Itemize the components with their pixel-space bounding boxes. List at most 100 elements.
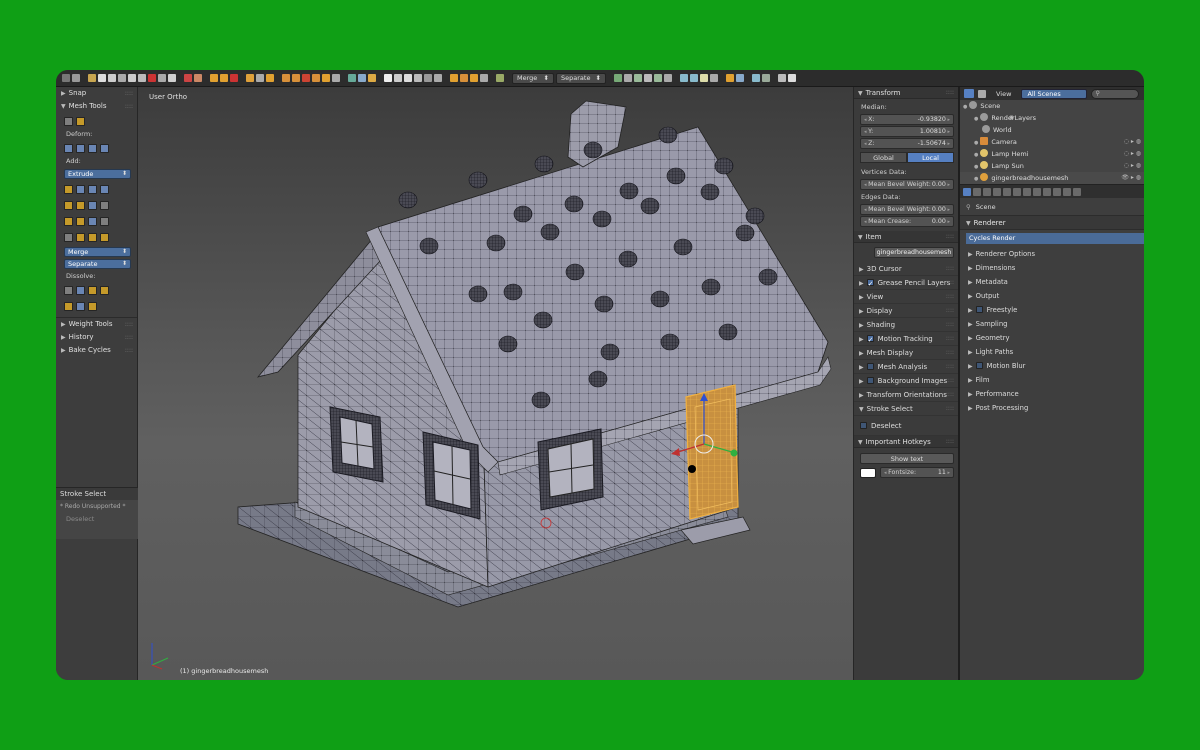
sampling-section[interactable]: ▶ Sampling (960, 317, 1144, 331)
bridge-tool-icon[interactable] (100, 216, 109, 226)
fullscreen-icon[interactable] (788, 74, 796, 82)
separate-select[interactable]: Separate ⬍ (556, 72, 606, 84)
motion-tracking-section[interactable]: ▶Motion Tracking:::: (854, 332, 958, 347)
texture-tab-icon[interactable] (1053, 187, 1061, 196)
transform-orientations-section[interactable]: ▶ Transform Orientations:::: (854, 388, 958, 402)
outliner-item-camera[interactable]: ● Camera ◌ ▸ ◍ (960, 136, 1144, 148)
transform-icon[interactable] (64, 116, 73, 126)
view3d-icon[interactable] (778, 74, 786, 82)
metadata-section[interactable]: ▶ Metadata (960, 275, 1144, 289)
shading-section[interactable]: ▶ Shading:::: (854, 318, 958, 332)
outliner-view-menu[interactable]: View (996, 90, 1011, 98)
important-hotkeys-header[interactable]: ▼ Important Hotkeys:::: (854, 436, 958, 448)
outliner-item-renderlayers[interactable]: ● RenderLayers ◉ (960, 112, 1144, 124)
extrude-select[interactable]: Extrude ⬍ (64, 169, 131, 179)
edge-icon[interactable] (118, 74, 126, 82)
delete-icon[interactable] (624, 74, 632, 82)
shade-wire-icon[interactable] (394, 74, 402, 82)
snap-target-icon[interactable] (220, 74, 228, 82)
freestyle-checkbox[interactable] (975, 306, 983, 313)
layer-icon[interactable] (710, 74, 718, 82)
smooth-icon[interactable] (368, 74, 376, 82)
deselect-row[interactable]: Deselect (854, 416, 958, 436)
globe-icon[interactable] (680, 74, 688, 82)
3d-viewport[interactable]: User Ortho (1) gingerbreadhousemesh (138, 87, 853, 680)
slide-edge-icon[interactable] (64, 143, 73, 153)
duplicate-icon[interactable] (76, 200, 85, 210)
global-toggle[interactable]: Global (860, 152, 907, 163)
median-z-field[interactable]: Z:-1.50674 (860, 138, 954, 149)
deselect-checkbox[interactable] (860, 422, 867, 429)
history-header[interactable]: ▶ History:::: (56, 331, 137, 344)
pin-icon[interactable]: ⚲ (966, 203, 971, 211)
smooth-vertex-icon[interactable] (88, 143, 97, 153)
rip-icon[interactable] (654, 74, 662, 82)
median-y-field[interactable]: Y:1.00810 (860, 126, 954, 137)
renderer-options-section[interactable]: ▶ Renderer Options (960, 247, 1144, 261)
inset-faces-icon[interactable] (64, 184, 73, 194)
spin-icon[interactable] (332, 74, 340, 82)
subdivide-icon[interactable] (664, 74, 672, 82)
outliner-item-lamp-sun[interactable]: ● Lamp Sun ◌ ▸ ◍ (960, 160, 1144, 172)
pivot-icon[interactable] (148, 74, 156, 82)
background-images-section[interactable]: ▶ Background Images:::: (854, 374, 958, 388)
vertex-slide-icon[interactable] (76, 143, 85, 153)
item-header[interactable]: ▼ Item:::: (854, 231, 958, 243)
outliner-item-world[interactable]: World (960, 124, 1144, 136)
knife-tool-icon[interactable] (100, 184, 109, 194)
outliner-editor-icon[interactable] (964, 89, 974, 98)
dissolve-faces-icon[interactable] (88, 285, 97, 295)
grid-fill-tool-icon[interactable] (88, 216, 97, 226)
shade-material-icon[interactable] (404, 74, 412, 82)
mesh-analysis-checkbox[interactable] (866, 363, 874, 370)
outliner-search-input[interactable]: ⚲ (1091, 88, 1140, 99)
median-x-field[interactable]: X:-0.93820 (860, 114, 954, 125)
dimensions-section[interactable]: ▶ Dimensions (960, 261, 1144, 275)
split-icon[interactable] (644, 74, 652, 82)
grid-fill-icon[interactable] (470, 74, 478, 82)
grease-pencil-checkbox[interactable] (866, 277, 874, 291)
fontsize-field[interactable]: Fontsize:11 (880, 467, 954, 478)
mesh-analysis-section[interactable]: ▶ Mesh Analysis:::: (854, 360, 958, 374)
modifiers-tab-icon[interactable] (1023, 187, 1031, 196)
snap-icon[interactable] (210, 74, 218, 82)
motion-blur-checkbox[interactable] (975, 362, 983, 369)
proportional-icon[interactable] (230, 74, 238, 82)
menu-icon[interactable] (72, 74, 80, 82)
edge-split-icon[interactable] (76, 301, 85, 311)
keyframe-icon[interactable] (726, 74, 734, 82)
bake-cycles-header[interactable]: ▶ Bake Cycles:::: (56, 344, 137, 357)
face-icon[interactable] (128, 74, 136, 82)
poke-icon[interactable] (88, 232, 97, 242)
render-icon[interactable] (184, 74, 192, 82)
render-tab-icon[interactable] (963, 187, 971, 196)
loop-cut-icon[interactable] (88, 184, 97, 194)
vertex-bevel-weight-field[interactable]: Mean Bevel Weight:0.00 (860, 179, 954, 190)
cursor-section[interactable]: ▶ 3D Cursor:::: (854, 262, 958, 276)
subdivide-tool-icon[interactable] (64, 200, 73, 210)
edge-collapse-icon[interactable] (64, 301, 73, 311)
mean-crease-field[interactable]: Mean Crease:0.00 (860, 216, 954, 227)
screw-icon[interactable] (100, 200, 109, 210)
render-engine-select[interactable]: Cycles Render (966, 233, 1144, 244)
make-edge-icon[interactable] (64, 216, 73, 226)
bisect-icon[interactable] (76, 232, 85, 242)
tris-icon[interactable] (348, 74, 356, 82)
bevel-tool-icon[interactable] (76, 184, 85, 194)
stroke-select-section[interactable]: ▼ Stroke Select:::: (854, 402, 958, 416)
gingerbread-house-mesh[interactable] (138, 87, 853, 680)
randomize-icon[interactable] (100, 143, 109, 153)
manipulator-icon[interactable] (158, 74, 166, 82)
rotate-icon[interactable] (76, 116, 85, 126)
remove-doubles-icon[interactable] (88, 301, 97, 311)
anim-icon[interactable] (194, 74, 202, 82)
layers-tab-icon[interactable] (973, 187, 981, 196)
dissolve-edges-icon[interactable] (76, 285, 85, 295)
scene-tab-icon[interactable] (983, 187, 991, 196)
merge-select-shelf[interactable]: Merge ⬍ (64, 247, 131, 257)
shade-solid-icon[interactable] (384, 74, 392, 82)
motion-tracking-checkbox[interactable] (866, 333, 874, 347)
motion-blur-section[interactable]: ▶ Motion Blur (960, 359, 1144, 373)
vertex-icon[interactable] (108, 74, 116, 82)
knife-icon[interactable] (292, 74, 300, 82)
